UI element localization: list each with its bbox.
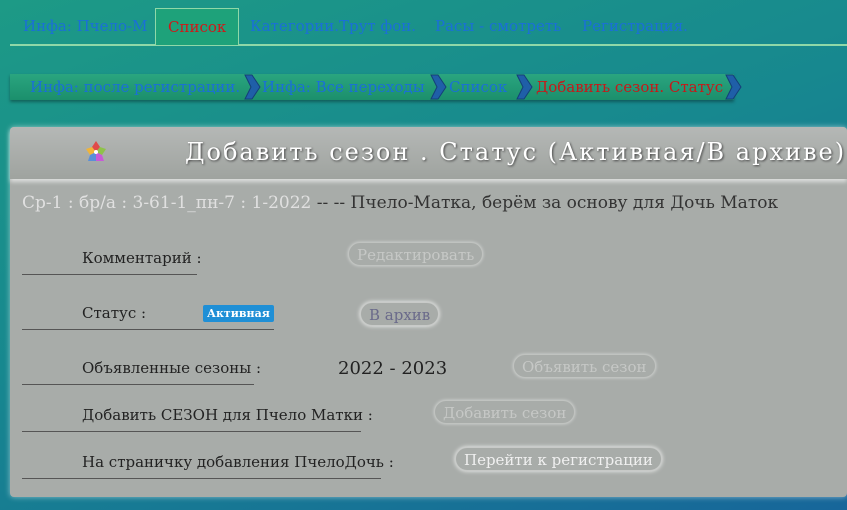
- add-season-button[interactable]: Добавить сезон: [434, 400, 576, 424]
- declare-season-button[interactable]: Объявить сезон: [513, 354, 656, 378]
- tab-categories[interactable]: Категории.Трут фон.: [250, 8, 416, 44]
- divider: [22, 329, 274, 330]
- chevron-right-icon: [516, 74, 533, 100]
- page-title: Добавить сезон . Статус (Активная/В архи…: [185, 138, 847, 166]
- breadcrumb-info-after-registration[interactable]: Инфа: после регистрации.: [30, 74, 240, 100]
- divider: [22, 384, 254, 385]
- registration-label: На страничку добавления ПчелоДочь :: [82, 453, 394, 471]
- chevron-right-icon: [725, 74, 742, 100]
- tab-races[interactable]: Расы - смотреть: [435, 8, 561, 44]
- top-tab-bar: Инфа: Пчело-М Список Категории.Трут фон.…: [10, 8, 847, 46]
- breadcrumb-add-season-status: Добавить сезон. Статус: [536, 78, 724, 96]
- record-info: Ср-1 : бр/а : 3-61-1_пн-7 : 1-2022 -- --…: [22, 193, 778, 213]
- archive-button[interactable]: В архив: [360, 302, 440, 326]
- chevron-right-icon: [244, 74, 261, 100]
- divider: [22, 274, 197, 275]
- edit-comment-button[interactable]: Редактировать: [348, 242, 484, 266]
- declared-seasons-label: Объявленные сезоны :: [82, 359, 262, 377]
- divider: [22, 431, 361, 432]
- status-label: Статус :: [82, 304, 147, 322]
- add-season-label: Добавить СЕЗОН для Пчело Матки :: [82, 406, 373, 424]
- record-description: -- -- Пчело-Матка, берём за основу для Д…: [311, 193, 779, 213]
- tab-registration[interactable]: Регистрация.: [582, 8, 688, 44]
- record-code: Ср-1 : бр/а : 3-61-1_пн-7 : 1-2022: [22, 193, 312, 213]
- breadcrumb: Инфа: после регистрации. Инфа: Все перех…: [10, 74, 744, 102]
- declared-seasons-value: 2022 - 2023: [338, 358, 448, 379]
- breadcrumb-list[interactable]: Список: [449, 74, 507, 100]
- comment-label: Комментарий :: [82, 249, 202, 267]
- go-to-registration-button[interactable]: Перейти к регистрации: [455, 447, 662, 471]
- tab-list[interactable]: Список: [155, 8, 240, 45]
- panel-header: Добавить сезон . Статус (Активная/В архи…: [10, 127, 847, 179]
- tab-info-bee[interactable]: Инфа: Пчело-М: [23, 8, 147, 44]
- status-badge: Активная: [203, 305, 274, 322]
- breadcrumb-info-all-transitions[interactable]: Инфа: Все переходы: [262, 74, 425, 100]
- chevron-right-icon: [430, 74, 447, 100]
- bee-logo-icon: [86, 141, 106, 161]
- divider: [22, 478, 381, 479]
- main-panel: Добавить сезон . Статус (Активная/В архи…: [10, 127, 847, 497]
